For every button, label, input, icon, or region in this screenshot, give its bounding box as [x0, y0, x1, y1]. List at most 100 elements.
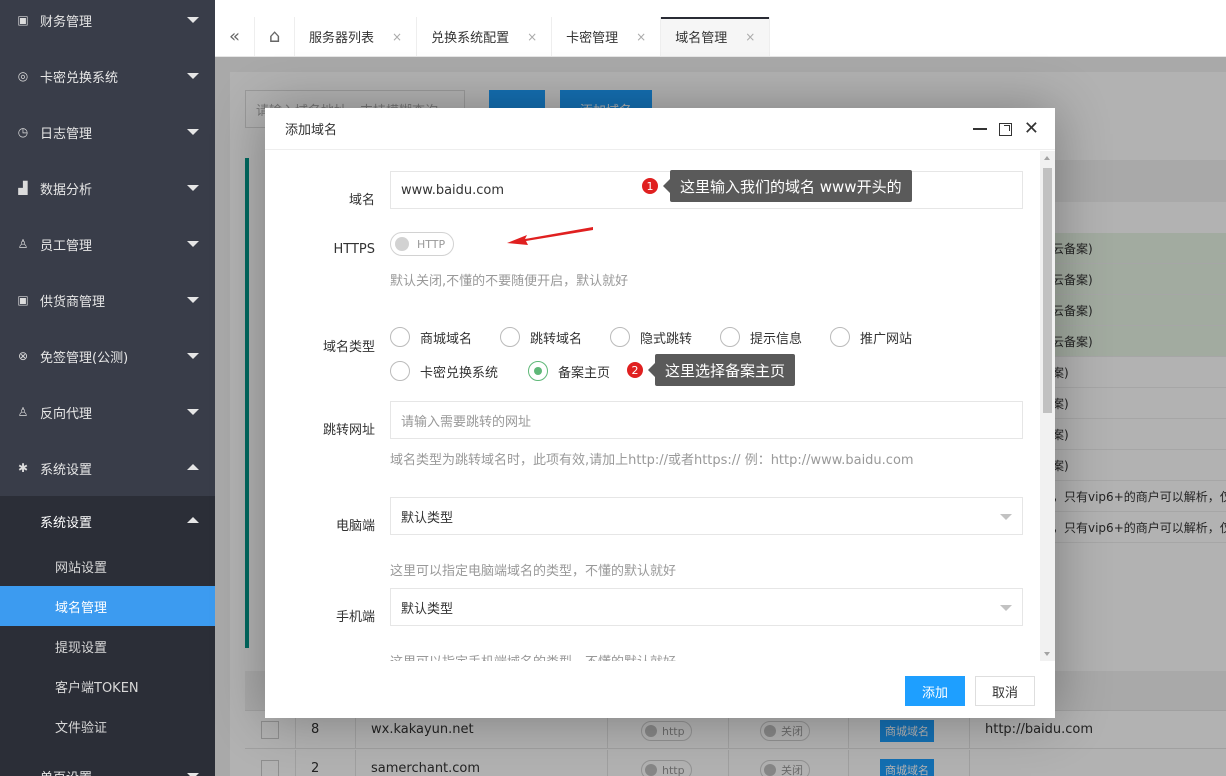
dialog-scrollbar[interactable]	[1040, 151, 1055, 661]
supplier-icon: ▣	[17, 293, 29, 307]
scroll-up-icon[interactable]	[1044, 156, 1050, 160]
gear-icon: ✱	[17, 461, 29, 475]
radio-circle	[610, 327, 630, 347]
close-icon[interactable]: ×	[392, 30, 402, 44]
https-tip: 默认关闭,不懂的不要随便开启，默认就好	[390, 274, 629, 289]
collapse-tabs-icon[interactable]: «	[215, 17, 255, 56]
radio-circle	[720, 327, 740, 347]
domain-type-label: 域名类型	[322, 340, 375, 355]
sidebar-item-label: 卡密兑换系统	[40, 70, 119, 86]
sidebar-item-system-settings[interactable]: ✱ 系统设置	[0, 440, 215, 496]
radio-label: 隐式跳转	[640, 331, 693, 347]
sidebar-item-label: 免签管理(公测)	[40, 350, 129, 366]
sidebar-item-label: 单页设置	[40, 767, 92, 776]
tab-label: 兑换系统配置	[431, 31, 510, 46]
add-button[interactable]: 添加	[905, 676, 965, 706]
sidebar-item-label: 日志管理	[40, 126, 93, 142]
sidebar-item-finance[interactable]: ▣ 财务管理	[0, 0, 215, 48]
chevron-down-icon	[1000, 514, 1012, 520]
radio-icp-homepage[interactable]: 备案主页	[528, 359, 610, 383]
user-icon: ♙	[17, 237, 29, 251]
sidebar-item-client-token[interactable]: 客户端TOKEN	[0, 666, 215, 706]
sidebar-item-withdraw-settings[interactable]: 提现设置	[0, 626, 215, 666]
sign-icon: ⊗	[17, 349, 29, 363]
radio-redirect-domain[interactable]: 跳转域名	[500, 325, 582, 349]
sidebar-item-label: 员工管理	[40, 238, 93, 254]
radio-circle	[500, 327, 520, 347]
submenu-header-label: 系统设置	[40, 515, 93, 531]
submenu-header[interactable]: 系统设置	[0, 496, 215, 546]
tab-domain-management[interactable]: 域名管理 ×	[661, 17, 771, 56]
sidebar-item-domain-management[interactable]: 域名管理	[0, 586, 215, 626]
dialog-title: 添加域名	[285, 123, 338, 138]
radio-notice-info[interactable]: 提示信息	[720, 325, 802, 349]
tab-label: 卡密管理	[566, 31, 619, 46]
mobile-type-select[interactable]: 默认类型	[390, 588, 1023, 626]
sidebar-item-single-page[interactable]: 单页设置	[0, 748, 215, 776]
scrollbar-thumb[interactable]	[1043, 168, 1052, 413]
radio-hidden-redirect[interactable]: 隐式跳转	[610, 325, 692, 349]
redirect-tip: 域名类型为跳转域名时，此项有效,请加上http://或者https:// 例：h…	[390, 453, 914, 468]
close-icon[interactable]: ✕	[1024, 120, 1039, 138]
home-icon[interactable]: ⌂	[255, 17, 295, 56]
radio-label: 推广网站	[860, 331, 913, 347]
sidebar-submenu: 系统设置 网站设置 域名管理 提现设置 客户端TOKEN 文件验证 单页设置	[0, 496, 215, 776]
maximize-icon[interactable]	[998, 122, 1012, 136]
close-icon[interactable]: ×	[527, 30, 537, 44]
sidebar-item-analytics[interactable]: ▟ 数据分析	[0, 160, 215, 216]
radio-card-exchange[interactable]: 卡密兑换系统	[390, 359, 498, 383]
sidebar-item-suppliers[interactable]: ▣ 供货商管理	[0, 272, 215, 328]
select-value: 默认类型	[401, 510, 454, 526]
pc-label: 电脑端	[335, 519, 375, 534]
sidebar-item-label: 供货商管理	[40, 294, 106, 310]
close-icon[interactable]: ×	[745, 30, 755, 44]
radio-label: 备案主页	[558, 365, 611, 381]
radio-promo-site[interactable]: 推广网站	[830, 325, 912, 349]
exchange-icon: ◎	[17, 69, 29, 83]
mobile-label: 手机端	[335, 610, 375, 625]
tab-exchange-config[interactable]: 兑换系统配置 ×	[417, 17, 553, 56]
dialog-header: 添加域名 ✕	[265, 108, 1055, 150]
sidebar-item-reverse-proxy[interactable]: ♙ 反向代理	[0, 384, 215, 440]
radio-circle	[390, 361, 410, 381]
sidebar-item-logs[interactable]: ◷ 日志管理	[0, 104, 215, 160]
scroll-down-icon[interactable]	[1044, 652, 1050, 656]
radio-label: 商城域名	[420, 331, 473, 347]
sidebar-item-file-verify[interactable]: 文件验证	[0, 706, 215, 746]
annotation-callout: 这里输入我们的域名 www开头的	[663, 170, 912, 202]
domain-label: 域名	[348, 193, 375, 208]
tab-label: 域名管理	[675, 31, 728, 46]
sidebar-item-label: 系统设置	[40, 462, 93, 478]
radio-label: 提示信息	[750, 331, 803, 347]
redirect-url-input[interactable]: 请输入需要跳转的网址	[390, 401, 1023, 439]
sidebar-item-free-sign[interactable]: ⊗ 免签管理(公测)	[0, 328, 215, 384]
sidebar-item-site-settings[interactable]: 网站设置	[0, 546, 215, 586]
https-label: HTTPS	[333, 242, 375, 257]
tab-server-list[interactable]: 服务器列表 ×	[295, 17, 418, 56]
select-value: 默认类型	[401, 601, 454, 617]
tab-card-management[interactable]: 卡密管理 ×	[552, 17, 662, 56]
clock-icon: ◷	[17, 125, 29, 139]
redirect-label: 跳转网址	[322, 423, 375, 438]
chart-icon: ▟	[18, 181, 28, 195]
sidebar-item-label: 数据分析	[40, 182, 93, 198]
finance-icon: ▣	[17, 13, 29, 27]
pc-type-select[interactable]: 默认类型	[390, 497, 1023, 535]
cancel-button[interactable]: 取消	[975, 676, 1035, 706]
close-icon[interactable]: ×	[636, 30, 646, 44]
radio-circle	[830, 327, 850, 347]
tab-label: 服务器列表	[309, 31, 375, 46]
https-switch[interactable]: HTTP	[390, 232, 455, 256]
annotation-callout: 这里选择备案主页	[647, 354, 796, 386]
radio-circle	[390, 327, 410, 347]
chevron-down-icon	[1000, 605, 1012, 611]
radio-mall-domain[interactable]: 商城域名	[390, 325, 472, 349]
annotation-arrow-icon	[507, 227, 593, 245]
sidebar-item-card-exchange[interactable]: ◎ 卡密兑换系统	[0, 48, 215, 104]
radio-label: 卡密兑换系统	[420, 365, 499, 381]
annotation-badge: 2	[626, 361, 644, 379]
sidebar-item-staff[interactable]: ♙ 员工管理	[0, 216, 215, 272]
top-header-strip	[215, 0, 1226, 17]
minimize-icon[interactable]	[972, 128, 987, 130]
radio-circle	[528, 361, 548, 381]
